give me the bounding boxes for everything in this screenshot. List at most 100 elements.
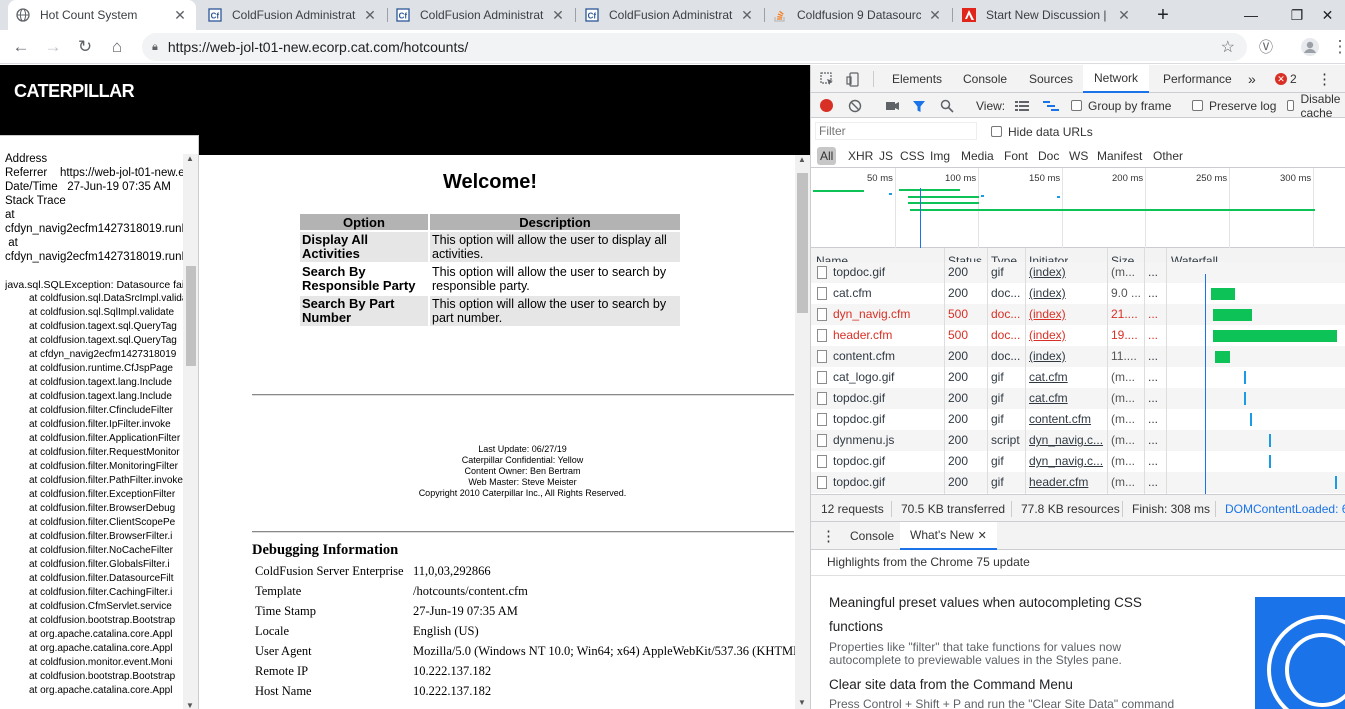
left-frame-scrollbar[interactable]: ▲ ▼ (183, 154, 198, 709)
type-filter-img[interactable]: Img (927, 147, 953, 165)
request-initiator-link[interactable]: dyn_navig.c... (1029, 430, 1105, 451)
scroll-down-icon[interactable]: ▼ (186, 701, 194, 709)
request-initiator-link[interactable]: (index) (1029, 304, 1105, 325)
option-row[interactable]: Display All Activities This option will … (300, 232, 680, 262)
tab-close-icon[interactable]: ✕ (362, 7, 378, 24)
profile-avatar-icon[interactable] (1298, 35, 1322, 59)
scrollbar-thumb[interactable] (797, 173, 808, 313)
request-initiator-link[interactable]: (index) (1029, 262, 1105, 283)
network-request-row[interactable]: topdoc.gif 200 gif dyn_navig.c... (m...... (811, 451, 1345, 472)
scroll-up-icon[interactable]: ▲ (798, 155, 806, 164)
network-request-row[interactable]: dyn_navig.cfm 500 doc... (index) 21....... (811, 304, 1345, 325)
minimize-icon[interactable]: — (1228, 0, 1274, 30)
large-rows-icon[interactable] (1015, 97, 1029, 114)
network-request-row[interactable]: topdoc.gif 200 gif content.cfm (m...... (811, 409, 1345, 430)
reload-icon[interactable]: ↻ (73, 35, 97, 59)
browser-tab-coldfusion-admin-1[interactable]: Cf ColdFusion Administrat ✕ (200, 0, 386, 30)
menu-kebab-icon[interactable]: ⋮ (1328, 35, 1345, 59)
request-initiator-link[interactable]: dyn_navig.c... (1029, 451, 1105, 472)
option-row[interactable]: Search By Part Number This option will a… (300, 296, 680, 326)
type-filter-manifest[interactable]: Manifest (1094, 147, 1145, 165)
browser-tab-adobe-discussion[interactable]: Start New Discussion | ✕ (954, 0, 1140, 30)
request-initiator-link[interactable]: (index) (1029, 325, 1105, 346)
drawer-menu-icon[interactable]: ⋮ (821, 522, 836, 550)
disable-cache-checkbox[interactable]: Disable cache (1287, 92, 1345, 120)
drawer-tab-whats-new[interactable]: What's New ✕ (900, 522, 997, 550)
request-initiator-link[interactable]: cat.cfm (1029, 388, 1105, 409)
bookmark-star-icon[interactable]: ☆ (1221, 37, 1235, 57)
network-request-row[interactable]: topdoc.gif 200 gif cat.cfm (m...... (811, 388, 1345, 409)
new-tab-button[interactable]: + (1143, 0, 1183, 30)
tab-elements[interactable]: Elements (881, 65, 953, 93)
omnibox[interactable]: 🔒︎ https://web-jol-t01-new.ecorp.cat.com… (142, 33, 1247, 61)
type-filter-font[interactable]: Font (1001, 147, 1031, 165)
close-window-icon[interactable]: ✕ (1310, 0, 1345, 30)
drawer-tab-console[interactable]: Console (839, 522, 905, 550)
tab-close-icon[interactable]: ✕ (739, 7, 755, 24)
screenshot-icon[interactable] (885, 97, 900, 114)
device-toolbar-icon[interactable] (846, 65, 864, 93)
request-initiator-link[interactable]: content.cfm (1029, 409, 1105, 430)
type-filter-js[interactable]: JS (876, 147, 896, 165)
scroll-down-icon[interactable]: ▼ (798, 698, 806, 707)
type-filter-css[interactable]: CSS (897, 147, 928, 165)
content-frame-scrollbar[interactable]: ▲ ▼ (795, 155, 810, 709)
request-initiator-link[interactable]: (index) (1029, 346, 1105, 367)
whats-new-item-title-cont[interactable]: functions (829, 615, 883, 639)
tab-console[interactable]: Console (952, 65, 1018, 93)
type-filter-media[interactable]: Media (958, 147, 997, 165)
more-tabs-icon[interactable]: » (1248, 65, 1256, 93)
clear-icon[interactable] (848, 97, 862, 114)
tab-close-icon[interactable]: ✕ (927, 7, 943, 24)
whats-new-item-title[interactable]: Clear site data from the Command Menu (829, 673, 1073, 697)
browser-tab-coldfusion-admin-3[interactable]: Cf ColdFusion Administrat ✕ (577, 0, 763, 30)
waterfall-overview-icon[interactable] (1043, 97, 1059, 114)
back-arrow-icon[interactable]: ← (9, 35, 33, 59)
option-link[interactable]: Search By Responsible Party (300, 264, 428, 294)
scroll-up-icon[interactable]: ▲ (186, 154, 194, 163)
record-icon[interactable] (820, 97, 833, 114)
filter-funnel-icon[interactable] (912, 97, 926, 114)
forward-arrow-icon[interactable]: → (41, 35, 65, 59)
network-request-row[interactable]: header.cfm 500 doc... (index) 19....... (811, 325, 1345, 346)
network-request-row[interactable]: dynmenu.js 200 script dyn_navig.c... (m.....… (811, 430, 1345, 451)
browser-tab-coldfusion-admin-2[interactable]: Cf ColdFusion Administrat ✕ (388, 0, 574, 30)
caterpillar-logo[interactable]: CATERPILLAR (14, 81, 135, 102)
whats-new-item-title[interactable]: Meaningful preset values when autocomple… (829, 591, 1142, 615)
type-filter-ws[interactable]: WS (1066, 147, 1091, 165)
inspect-element-icon[interactable] (820, 65, 838, 93)
option-link[interactable]: Search By Part Number (300, 296, 428, 326)
preserve-log-checkbox[interactable]: Preserve log (1192, 97, 1276, 114)
network-overview-timeline[interactable]: 50 ms 100 ms 150 ms 200 ms 250 ms 300 ms (811, 168, 1345, 248)
devtools-menu-icon[interactable]: ⋮ (1317, 65, 1332, 93)
home-icon[interactable]: ⌂ (105, 35, 129, 59)
type-filter-xhr[interactable]: XHR (845, 147, 876, 165)
request-initiator-link[interactable]: (index) (1029, 283, 1105, 304)
error-badge[interactable]: ✕ 2 (1275, 65, 1297, 93)
group-by-frame-checkbox[interactable]: Group by frame (1071, 97, 1171, 114)
type-filter-other[interactable]: Other (1150, 147, 1186, 165)
hide-data-urls-checkbox[interactable]: Hide data URLs (991, 123, 1093, 140)
option-row[interactable]: Search By Responsible Party This option … (300, 264, 680, 294)
tab-performance[interactable]: Performance (1152, 65, 1243, 93)
tab-sources[interactable]: Sources (1018, 65, 1084, 93)
tab-network[interactable]: Network (1083, 65, 1150, 93)
request-initiator-link[interactable]: cat.cfm (1029, 367, 1105, 388)
network-request-row[interactable]: topdoc.gif 200 gif header.cfm (m...... (811, 472, 1345, 493)
scrollbar-thumb[interactable] (186, 266, 196, 366)
network-request-row[interactable]: cat.cfm 200 doc... (index) 9.0 ...... (811, 283, 1345, 304)
network-request-row[interactable]: content.cfm 200 doc... (index) 11....... (811, 346, 1345, 367)
network-request-row[interactable]: topdoc.gif 200 gif (index) (m...... (811, 262, 1345, 283)
search-icon[interactable] (940, 97, 954, 114)
request-initiator-link[interactable]: header.cfm (1029, 472, 1105, 493)
vpn-extension-icon[interactable]: Ⓥ (1254, 35, 1278, 59)
filter-input[interactable]: Filter (815, 122, 977, 140)
type-filter-doc[interactable]: Doc (1035, 147, 1062, 165)
browser-tab-datasource[interactable]: Coldfusion 9 Datasourc ✕ (765, 0, 951, 30)
close-drawer-tab-icon[interactable]: ✕ (978, 529, 987, 542)
network-request-row[interactable]: cat_logo.gif 200 gif cat.cfm (m...... (811, 367, 1345, 388)
option-link[interactable]: Display All Activities (300, 232, 428, 262)
tab-close-icon[interactable]: ✕ (172, 7, 188, 24)
tab-close-icon[interactable]: ✕ (1116, 7, 1132, 24)
browser-tab-hot-count[interactable]: Hot Count System ✕ (8, 0, 196, 30)
